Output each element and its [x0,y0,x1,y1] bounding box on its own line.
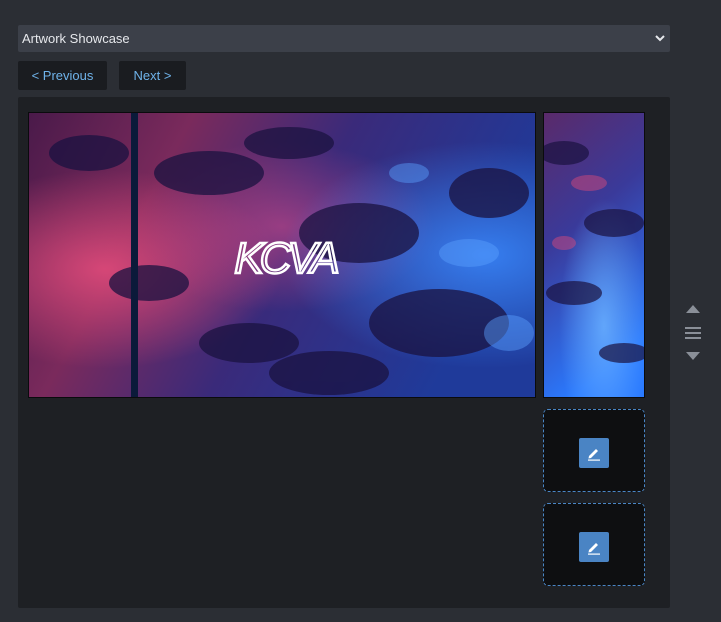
previous-button-label: < Previous [31,68,94,83]
pencil-icon [588,449,600,461]
artwork-side-image[interactable] [543,112,645,398]
artwork-select[interactable]: Artwork Showcase [18,25,670,52]
artwork-select-value: Artwork Showcase [22,31,130,46]
triangle-down-icon[interactable] [684,350,702,362]
edit-button[interactable] [579,438,609,468]
empty-artwork-slot[interactable] [543,409,645,492]
artwork-main-image[interactable]: KCVA [28,112,536,398]
triangle-up-icon[interactable] [684,303,702,315]
chevron-down-icon [655,35,665,42]
next-button-label: Next > [133,68,172,83]
artwork-main-image-graphic: KCVA [29,113,535,397]
artwork-side-image-graphic [544,113,644,397]
pencil-icon [588,543,600,555]
empty-artwork-slot[interactable] [543,503,645,586]
drag-handle-icon[interactable] [684,326,702,340]
next-button[interactable]: Next > [119,61,186,90]
edit-button[interactable] [579,532,609,562]
previous-button[interactable]: < Previous [18,61,107,90]
artwork-logo-text: KCVA [234,234,337,283]
